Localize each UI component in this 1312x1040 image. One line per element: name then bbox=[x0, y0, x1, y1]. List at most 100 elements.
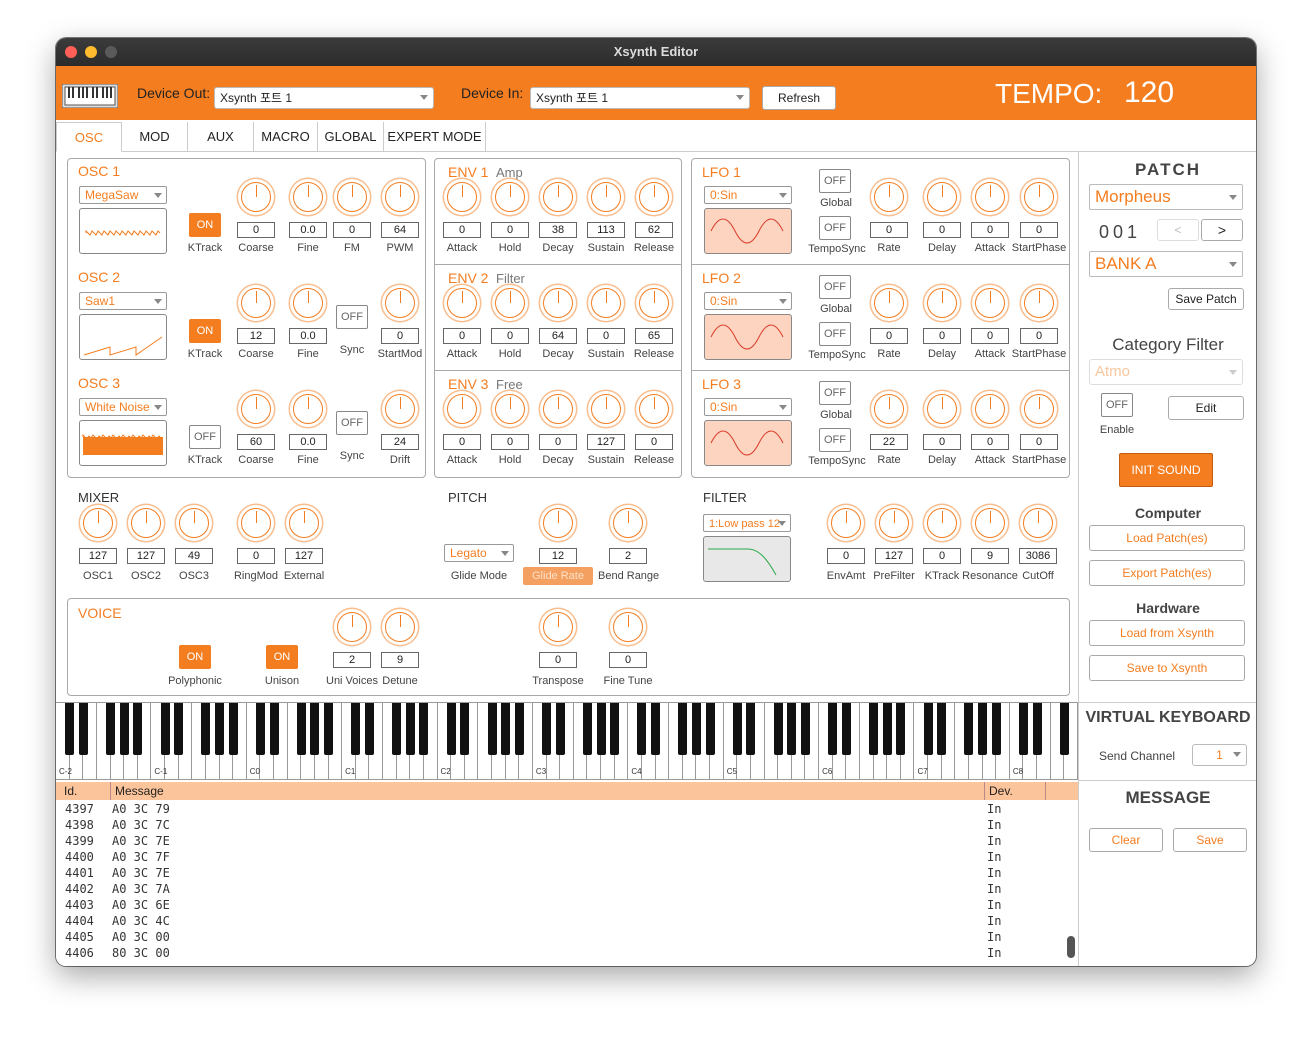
filter-cutoff-knob[interactable] bbox=[1023, 508, 1053, 538]
category-select[interactable]: Atmo bbox=[1089, 359, 1243, 385]
tab-macro[interactable]: MACRO bbox=[254, 122, 318, 152]
black-key[interactable] bbox=[991, 703, 1001, 755]
black-key[interactable] bbox=[555, 703, 565, 755]
osc1-fine-knob[interactable] bbox=[293, 182, 323, 212]
env2-release-value[interactable]: 65 bbox=[635, 328, 673, 344]
osc2-startmod-value[interactable]: 0 bbox=[381, 328, 419, 344]
transpose-knob[interactable] bbox=[543, 612, 573, 642]
env3-decay-value[interactable]: 0 bbox=[539, 434, 577, 450]
black-key[interactable] bbox=[678, 703, 688, 755]
black-key[interactable] bbox=[773, 703, 783, 755]
black-key[interactable] bbox=[787, 703, 797, 755]
black-key[interactable] bbox=[133, 703, 143, 755]
osc-wave-select-1[interactable]: MegaSaw bbox=[79, 186, 167, 204]
black-key[interactable] bbox=[160, 703, 170, 755]
clear-messages-button[interactable]: Clear bbox=[1089, 828, 1163, 852]
mixer-osc2-knob[interactable] bbox=[131, 508, 161, 538]
osc1-pwm-knob[interactable] bbox=[385, 182, 415, 212]
black-key[interactable] bbox=[174, 703, 184, 755]
env1-sustain-value[interactable]: 113 bbox=[587, 222, 625, 238]
env2-hold-value[interactable]: 0 bbox=[491, 328, 529, 344]
lfo3-attack-knob[interactable] bbox=[975, 394, 1005, 424]
mixer-external-value[interactable]: 127 bbox=[285, 548, 323, 564]
osc2-coarse-value[interactable]: 12 bbox=[237, 328, 275, 344]
osc1-pwm-value[interactable]: 64 bbox=[381, 222, 419, 238]
zoom-window-button[interactable] bbox=[105, 46, 117, 58]
env1-attack-value[interactable]: 0 bbox=[443, 222, 481, 238]
black-key[interactable] bbox=[542, 703, 552, 755]
black-key[interactable] bbox=[746, 703, 756, 755]
osc1-fm-knob[interactable] bbox=[337, 182, 367, 212]
sync-toggle-2[interactable]: OFF bbox=[336, 305, 368, 329]
black-key[interactable] bbox=[937, 703, 947, 755]
black-key[interactable] bbox=[964, 703, 974, 755]
black-key[interactable] bbox=[351, 703, 361, 755]
osc-wave-select-3[interactable]: White Noise bbox=[79, 398, 167, 416]
black-key[interactable] bbox=[215, 703, 225, 755]
lfo3-startphase-knob[interactable] bbox=[1024, 394, 1054, 424]
save-to-xsynth-button[interactable]: Save to Xsynth bbox=[1089, 655, 1245, 681]
env1-hold-value[interactable]: 0 bbox=[491, 222, 529, 238]
mixer-ringmod-value[interactable]: 0 bbox=[237, 548, 275, 564]
black-key[interactable] bbox=[651, 703, 661, 755]
export-patches-button[interactable]: Export Patch(es) bbox=[1089, 560, 1245, 586]
prev-patch-button[interactable]: < bbox=[1157, 219, 1199, 241]
env3-sustain-knob[interactable] bbox=[591, 394, 621, 424]
black-key[interactable] bbox=[119, 703, 129, 755]
black-key[interactable] bbox=[310, 703, 320, 755]
save-patch-button[interactable]: Save Patch bbox=[1168, 288, 1244, 310]
lfo2-attack-value[interactable]: 0 bbox=[971, 328, 1009, 344]
send-channel-select[interactable]: 1 bbox=[1192, 744, 1247, 766]
lfo2-startphase-knob[interactable] bbox=[1024, 288, 1054, 318]
save-messages-button[interactable]: Save bbox=[1173, 828, 1247, 852]
black-key[interactable] bbox=[269, 703, 279, 755]
mixer-external-knob[interactable] bbox=[289, 508, 319, 538]
lfo-temposync-toggle-3[interactable]: OFF bbox=[819, 428, 851, 452]
black-key[interactable] bbox=[923, 703, 933, 755]
lfo1-attack-value[interactable]: 0 bbox=[971, 222, 1009, 238]
env1-release-value[interactable]: 62 bbox=[635, 222, 673, 238]
black-key[interactable] bbox=[78, 703, 88, 755]
black-key[interactable] bbox=[882, 703, 892, 755]
env3-release-knob[interactable] bbox=[639, 394, 669, 424]
black-key[interactable] bbox=[487, 703, 497, 755]
lfo3-rate-knob[interactable] bbox=[874, 394, 904, 424]
lfo2-rate-knob[interactable] bbox=[874, 288, 904, 318]
lfo1-attack-knob[interactable] bbox=[975, 182, 1005, 212]
lfo-temposync-toggle-1[interactable]: OFF bbox=[819, 216, 851, 240]
filter-resonance-value[interactable]: 9 bbox=[971, 548, 1009, 564]
glide-rate-knob[interactable] bbox=[543, 508, 573, 538]
lfo3-rate-value[interactable]: 22 bbox=[870, 434, 908, 450]
env1-decay-knob[interactable] bbox=[543, 182, 573, 212]
filter-prefilter-value[interactable]: 127 bbox=[875, 548, 913, 564]
next-patch-button[interactable]: > bbox=[1201, 219, 1243, 241]
ktrack-toggle-2[interactable]: ON bbox=[189, 319, 221, 343]
black-key[interactable] bbox=[392, 703, 402, 755]
fine-tune-value[interactable]: 0 bbox=[609, 652, 647, 668]
filter-cutoff-value[interactable]: 3086 bbox=[1019, 548, 1057, 564]
edit-category-button[interactable]: Edit bbox=[1168, 396, 1244, 420]
black-key[interactable] bbox=[800, 703, 810, 755]
black-key[interactable] bbox=[869, 703, 879, 755]
minimize-window-button[interactable] bbox=[85, 46, 97, 58]
env1-attack-knob[interactable] bbox=[447, 182, 477, 212]
env3-sustain-value[interactable]: 127 bbox=[587, 434, 625, 450]
env1-decay-value[interactable]: 38 bbox=[539, 222, 577, 238]
voice-detune-knob[interactable] bbox=[385, 612, 415, 642]
black-key[interactable] bbox=[514, 703, 524, 755]
ktrack-toggle-3[interactable]: OFF bbox=[189, 425, 221, 449]
virtual-keyboard[interactable]: C-2 C-1 C0 C1 C2 C3 C4 C5 C6 C7 C8 bbox=[56, 702, 1078, 780]
black-key[interactable] bbox=[1032, 703, 1042, 755]
env2-sustain-value[interactable]: 0 bbox=[587, 328, 625, 344]
env3-attack-knob[interactable] bbox=[447, 394, 477, 424]
osc2-fine-knob[interactable] bbox=[293, 288, 323, 318]
env3-attack-value[interactable]: 0 bbox=[443, 434, 481, 450]
lfo-temposync-toggle-2[interactable]: OFF bbox=[819, 322, 851, 346]
black-key[interactable] bbox=[582, 703, 592, 755]
black-key[interactable] bbox=[596, 703, 606, 755]
fine-tune-knob[interactable] bbox=[613, 612, 643, 642]
log-scrollbar[interactable] bbox=[1067, 936, 1075, 958]
black-key[interactable] bbox=[255, 703, 265, 755]
voice-uni-voices-knob[interactable] bbox=[337, 612, 367, 642]
filter-ktrack-value[interactable]: 0 bbox=[923, 548, 961, 564]
